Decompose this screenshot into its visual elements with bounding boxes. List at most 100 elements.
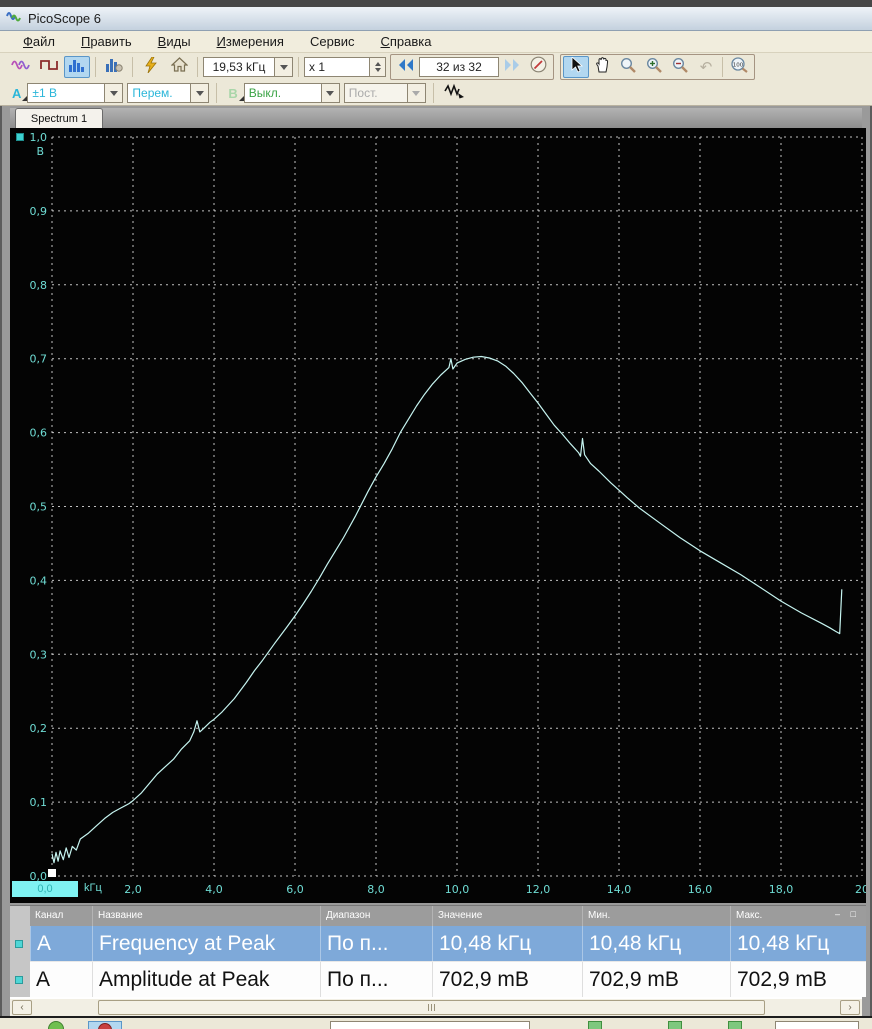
svg-text:0,7: 0,7 (30, 353, 48, 366)
spectrum-chart[interactable]: 1,00,90,80,70,60,50,40,30,20,10,0В0,02,0… (10, 128, 870, 903)
spectrum-view-button[interactable] (64, 56, 90, 78)
main-toolbar: 19,53 kГц x 1 32 из 32 ↶ 100 (0, 53, 872, 81)
toolbar-separator (216, 83, 218, 103)
chevron-down-icon[interactable] (275, 57, 293, 77)
svg-text:16,0: 16,0 (688, 883, 713, 896)
zoom-factor-spinner[interactable]: x 1 (304, 57, 386, 77)
menu-item-tools[interactable]: Сервис (297, 32, 368, 51)
menu-item-measurements[interactable]: Измерения (204, 32, 297, 51)
home-button[interactable] (166, 56, 192, 78)
trigger-marker-icon[interactable] (668, 1021, 682, 1029)
svg-text:4,0: 4,0 (205, 883, 223, 896)
magnifier-plus-icon (646, 57, 662, 78)
header-min[interactable]: Мин. (582, 906, 730, 926)
app-icon (6, 9, 22, 28)
marquee-zoom-button[interactable] (615, 56, 641, 78)
signal-generator-button[interactable] (441, 82, 467, 104)
zoom-in-button[interactable] (641, 56, 667, 78)
svg-text:0,1: 0,1 (30, 796, 48, 809)
svg-text:8,0: 8,0 (367, 883, 385, 896)
header-name[interactable]: Название (92, 906, 320, 926)
spectrum-bars-icon (68, 58, 86, 77)
zoom-undo-button[interactable]: ↶ (693, 56, 719, 78)
chevron-down-icon[interactable] (191, 83, 210, 103)
measurement-row-frequency[interactable]: A Frequency at Peak По п... 10,48 kГц 10… (30, 925, 866, 962)
header-value[interactable]: Значение (432, 906, 582, 926)
buffer-overview-button[interactable] (525, 56, 551, 78)
buffer-next-button[interactable] (499, 56, 525, 78)
double-right-arrow-icon (504, 58, 520, 77)
menu-item-file[interactable]: Файл (10, 32, 68, 51)
buffer-prev-button[interactable] (393, 56, 419, 78)
spectrum-plot[interactable]: 1,00,90,80,70,60,50,40,30,20,10,0В0,02,0… (10, 128, 870, 903)
toolbar-separator (722, 57, 723, 77)
menu-item-views[interactable]: Виды (145, 32, 204, 51)
cursor-tool-button[interactable] (563, 55, 589, 78)
compass-icon (530, 56, 547, 78)
panel-window-buttons[interactable]: – □ (835, 909, 860, 919)
svg-text:100: 100 (733, 62, 744, 68)
trigger-marker-icon[interactable] (728, 1021, 742, 1029)
horizontal-scrollbar[interactable]: ‹ › (10, 997, 862, 1016)
trigger-marker-icon[interactable] (588, 1021, 602, 1029)
channel-a-coupling-select[interactable]: Перем. (127, 83, 210, 103)
header-channel[interactable]: Канал (30, 906, 92, 926)
channel-a-coupling-value: Перем. (127, 83, 192, 103)
chevron-down-icon[interactable] (321, 83, 340, 103)
buffer-position[interactable]: 32 из 32 (419, 57, 499, 77)
scroll-left-button[interactable]: ‹ (12, 1000, 32, 1015)
svg-text:18,0: 18,0 (769, 883, 794, 896)
spectrum-hand-icon (105, 58, 123, 77)
lightning-icon (144, 56, 158, 78)
svg-text:0,4: 0,4 (30, 574, 48, 587)
home-icon (169, 57, 189, 77)
svg-text:0,9: 0,9 (30, 205, 48, 218)
channel-a-button[interactable]: A (12, 86, 29, 101)
channel-a-range-select[interactable]: ±1 В (27, 83, 124, 103)
row-marker-icon[interactable] (15, 940, 23, 948)
channel-b-button[interactable]: B (228, 86, 245, 101)
header-span[interactable]: Диапазон (320, 906, 432, 926)
undo-arrow-icon: ↶ (699, 59, 713, 76)
scroll-right-button[interactable]: › (840, 1000, 860, 1015)
svg-text:10,0: 10,0 (445, 883, 470, 896)
persistence-view-button[interactable] (101, 56, 127, 78)
chevron-down-icon[interactable] (105, 83, 124, 103)
menu-item-edit[interactable]: Править (68, 32, 145, 51)
square-wave-button[interactable] (36, 56, 62, 78)
channel-a-indicator-icon[interactable] (16, 133, 24, 141)
workspace: Spectrum 1 1,0 0,9 0,8 0,7 0,6 0,5 0,4 0,3 0,2 0,… (0, 106, 872, 1016)
chevron-down-icon[interactable] (407, 83, 426, 103)
auto-setup-button[interactable] (138, 56, 164, 78)
trigger-mode-select[interactable] (330, 1021, 530, 1029)
x-axis-unit-label: kГц (84, 882, 102, 894)
zoom-100-button[interactable]: 100 (726, 56, 752, 78)
channel-toolbar: A ±1 В Перем. B Выкл. Пост. (0, 81, 872, 106)
pan-tool-button[interactable] (589, 56, 615, 78)
toolbar-separator (298, 57, 299, 77)
svg-text:0,2: 0,2 (30, 722, 48, 735)
x-axis-offset-box[interactable]: 0,0 (12, 881, 78, 897)
zoom-factor-value: x 1 (304, 57, 370, 77)
spinner-arrows-icon[interactable] (370, 57, 386, 77)
scope-view-button[interactable] (8, 56, 34, 78)
start-capture-icon[interactable] (48, 1021, 64, 1029)
measurement-row-amplitude[interactable]: A Amplitude at Peak По п... 702,9 mВ 702… (30, 961, 866, 997)
x-axis-offset-handle[interactable] (48, 869, 56, 877)
magnifier-icon (620, 57, 636, 78)
window-titlebar[interactable]: PicoScope 6 (0, 7, 872, 31)
buffer-navigation-group: 32 из 32 (390, 54, 554, 80)
tab-spectrum-1[interactable]: Spectrum 1 (15, 108, 103, 128)
zoom-out-button[interactable] (667, 56, 693, 78)
svg-text:0,6: 0,6 (30, 427, 48, 440)
menu-item-help[interactable]: Справка (368, 32, 445, 51)
scrollbar-thumb[interactable] (98, 1000, 765, 1015)
channel-b-coupling-select[interactable]: Пост. (343, 83, 426, 103)
row-marker-icon[interactable] (15, 976, 23, 984)
menubar: Файл Править Виды Измерения Сервис Справ… (0, 31, 872, 53)
spectrum-range-select[interactable]: 19,53 kГц (203, 57, 293, 77)
channel-b-range-select[interactable]: Выкл. (243, 83, 340, 103)
trigger-channel-select[interactable] (775, 1021, 859, 1029)
measurements-header-row: Канал Название Диапазон Значение Мин. Ма… (30, 906, 866, 926)
stop-capture-button[interactable] (88, 1021, 122, 1029)
